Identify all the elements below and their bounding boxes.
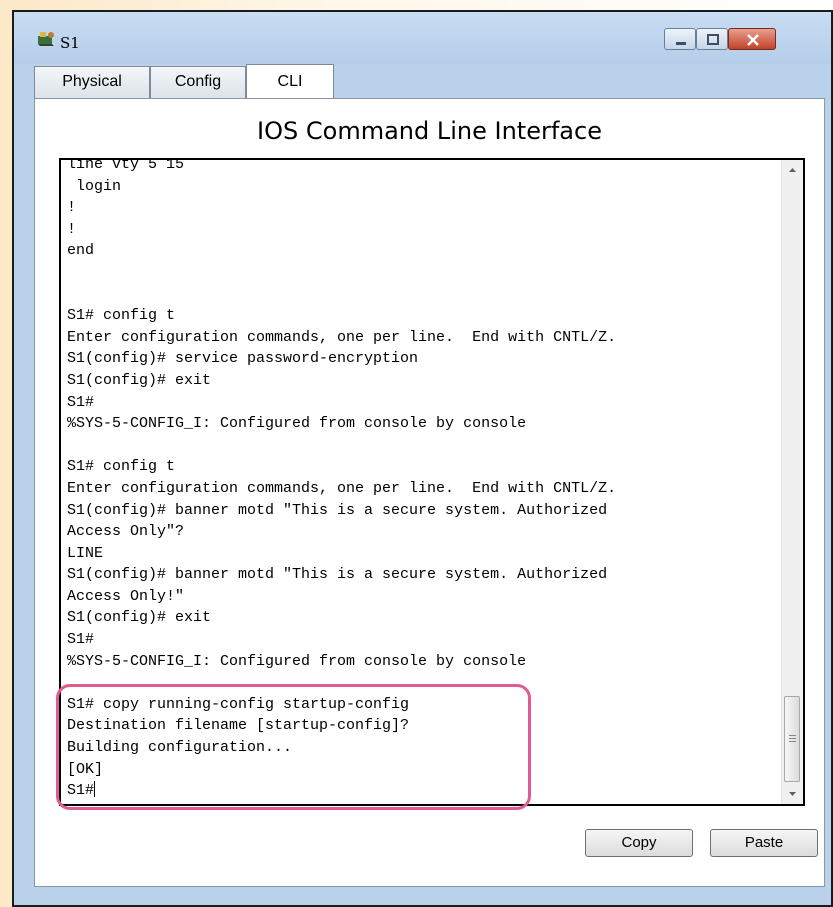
copy-button[interactable]: Copy	[585, 829, 693, 857]
maximize-icon	[707, 34, 719, 45]
terminal-line: S1#	[67, 393, 95, 411]
close-button[interactable]	[728, 28, 776, 50]
terminal-line: S1(config)# exit	[67, 609, 212, 627]
scroll-thumb[interactable]	[784, 696, 800, 782]
device-window: S1 Physical Config CLI IOS Command Line …	[12, 10, 833, 907]
terminal-line: S1(config)# exit	[67, 371, 212, 389]
cli-terminal[interactable]: line vty 5 15 login ! ! end S1# config t…	[59, 158, 805, 806]
scroll-up-icon[interactable]	[782, 160, 803, 180]
terminal-line: %SYS-5-CONFIG_I: Configured from console…	[67, 652, 527, 670]
terminal-line: [OK]	[67, 760, 104, 778]
terminal-line: Enter configuration commands, one per li…	[67, 328, 617, 346]
terminal-line: Access Only!"	[67, 587, 185, 605]
terminal-line: Destination filename [startup-config]?	[67, 717, 410, 735]
terminal-line: S1(config)# banner motd "This is a secur…	[67, 501, 608, 519]
terminal-line: S1# copy running-config startup-config	[67, 695, 410, 713]
paste-button[interactable]: Paste	[710, 829, 818, 857]
maximize-button[interactable]	[696, 28, 728, 50]
minimize-icon	[676, 42, 686, 45]
terminal-line: %SYS-5-CONFIG_I: Configured from console…	[67, 415, 527, 433]
terminal-line: Enter configuration commands, one per li…	[67, 479, 617, 497]
scroll-down-icon[interactable]	[782, 784, 803, 804]
terminal-line: !	[67, 220, 77, 238]
terminal-line: S1#	[67, 782, 95, 800]
cli-panel: IOS Command Line Interface line vty 5 15…	[34, 98, 825, 887]
panel-title: IOS Command Line Interface	[257, 117, 602, 145]
terminal-line: LINE	[67, 544, 104, 562]
terminal-line: S1#	[67, 631, 95, 649]
tab-cli[interactable]: CLI	[246, 64, 334, 98]
terminal-output[interactable]: line vty 5 15 login ! ! end S1# config t…	[67, 158, 777, 802]
terminal-line: Building configuration...	[67, 739, 293, 757]
terminal-line: line vty 5 15	[67, 158, 185, 173]
terminal-line: S1(config)# service password-encryption	[67, 350, 419, 368]
minimize-button[interactable]	[664, 28, 696, 50]
terminal-line: login	[67, 177, 122, 195]
terminal-line: S1# config t	[67, 307, 176, 325]
close-icon	[747, 34, 759, 46]
text-cursor	[94, 781, 96, 798]
terminal-line: S1(config)# banner motd "This is a secur…	[67, 566, 608, 584]
window-title: S1	[60, 34, 80, 52]
terminal-line: end	[67, 242, 95, 260]
tab-config[interactable]: Config	[150, 66, 246, 98]
terminal-line: Access Only"?	[67, 523, 185, 541]
title-bar: S1	[14, 12, 831, 64]
terminal-line: !	[67, 199, 77, 217]
terminal-line: S1# config t	[67, 458, 176, 476]
tab-physical[interactable]: Physical	[34, 66, 150, 98]
switch-icon	[38, 32, 54, 46]
vertical-scrollbar[interactable]	[781, 160, 803, 804]
